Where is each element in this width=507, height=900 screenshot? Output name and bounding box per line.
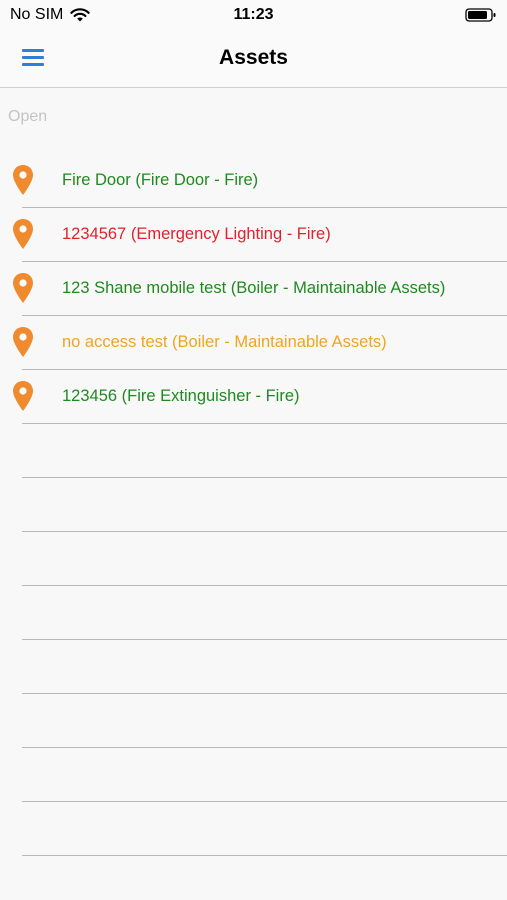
empty-row	[0, 424, 507, 478]
navigation-bar: Assets	[0, 30, 507, 88]
asset-row[interactable]: 1234567 (Emergency Lighting - Fire)	[0, 208, 507, 262]
empty-row	[0, 586, 507, 640]
clock: 11:23	[233, 6, 274, 23]
battery-icon	[465, 8, 496, 22]
page-title: Assets	[219, 46, 288, 69]
map-pin-icon	[13, 327, 33, 357]
empty-row	[0, 478, 507, 532]
asset-label: no access test (Boiler - Maintainable As…	[62, 333, 387, 351]
row-divider	[22, 855, 507, 856]
map-pin-icon	[13, 381, 33, 411]
map-pin-icon	[13, 273, 33, 303]
asset-row[interactable]: 123456 (Fire Extinguisher - Fire)	[0, 370, 507, 424]
asset-label: 123 Shane mobile test (Boiler - Maintain…	[62, 279, 446, 297]
map-pin-icon	[13, 165, 33, 195]
asset-row[interactable]: no access test (Boiler - Maintainable As…	[0, 316, 507, 370]
status-bar: No SIM 11:23	[0, 0, 507, 30]
empty-row	[0, 640, 507, 694]
asset-list: Fire Door (Fire Door - Fire) 1234567 (Eme…	[0, 154, 507, 856]
map-pin-icon	[13, 219, 33, 249]
empty-row	[0, 802, 507, 856]
section-header-open: Open	[8, 108, 48, 125]
empty-row	[0, 694, 507, 748]
assets-content: Open Fire Door (Fire Door - Fire) 1234567…	[0, 88, 507, 900]
asset-label: 123456 (Fire Extinguisher - Fire)	[62, 387, 300, 405]
asset-row[interactable]: 123 Shane mobile test (Boiler - Maintain…	[0, 262, 507, 316]
asset-label: Fire Door (Fire Door - Fire)	[62, 171, 259, 189]
empty-row	[0, 748, 507, 802]
asset-row[interactable]: Fire Door (Fire Door - Fire)	[0, 154, 507, 208]
asset-label: 1234567 (Emergency Lighting - Fire)	[62, 225, 331, 243]
empty-row	[0, 532, 507, 586]
